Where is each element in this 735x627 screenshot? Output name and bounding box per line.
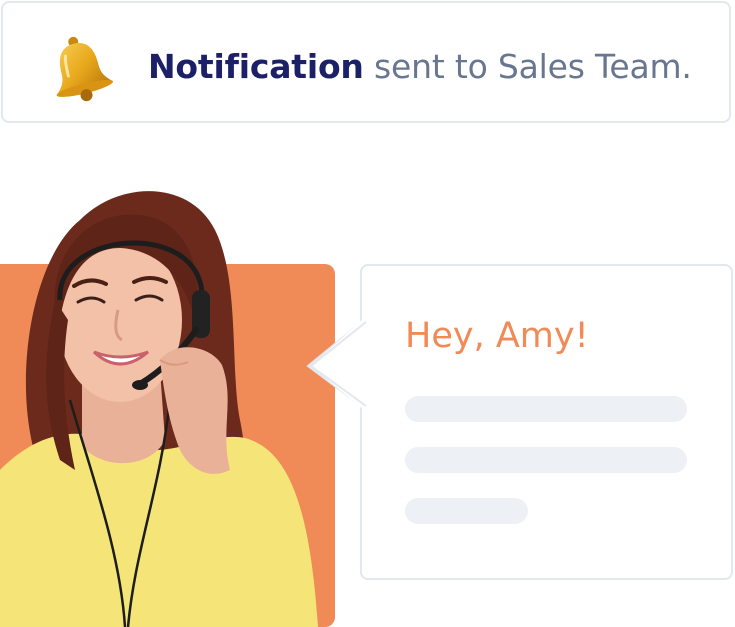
message-placeholder-line [405,396,687,422]
message-placeholder-line [405,498,528,524]
bell-icon [56,36,114,102]
support-agent-photo [0,191,318,627]
notification-message: Notification sent to Sales Team. [148,47,692,87]
message-placeholder-line [405,447,687,473]
notification-rest: sent to Sales Team. [363,47,692,86]
notification-card: Notification sent to Sales Team. [1,1,731,123]
notification-highlight: Notification [148,47,364,86]
bubble-tail-cover [309,318,368,410]
chat-bubble [360,264,733,580]
chat-greeting: Hey, Amy! [405,316,589,356]
